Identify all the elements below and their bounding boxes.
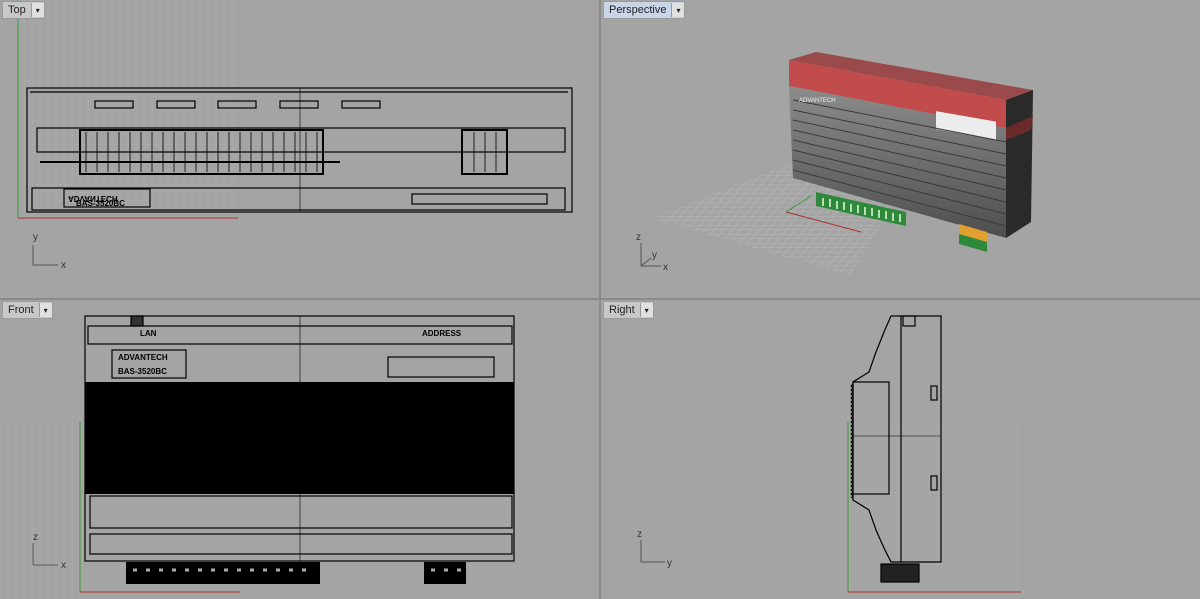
- viewport-tab-top[interactable]: Top ▾: [2, 1, 45, 19]
- lan-label: LAN: [140, 329, 157, 338]
- axis-z-label: z: [637, 529, 642, 540]
- viewport-tab-front[interactable]: Front ▾: [2, 301, 53, 319]
- viewport-tab-perspective[interactable]: Perspective ▾: [603, 1, 686, 19]
- axis-x-label: x: [61, 260, 66, 271]
- axis-x-label: x: [61, 560, 66, 571]
- viewport-label[interactable]: Front: [3, 304, 39, 316]
- brand-on-device: ADVANTECH: [799, 98, 836, 104]
- axis-z-label: z: [33, 532, 38, 543]
- chevron-down-icon[interactable]: ▾: [639, 303, 653, 317]
- viewport-right[interactable]: Right ▾ z y: [601, 300, 1200, 599]
- axis-y-label: y: [652, 250, 657, 261]
- right-view-canvas[interactable]: z y: [601, 300, 1200, 599]
- axis-z-label: z: [636, 232, 641, 243]
- model-label: BAS-3520BC: [118, 367, 167, 376]
- construction-grid: [0, 422, 80, 599]
- axis-gizmo: z y: [637, 529, 672, 569]
- model-mirrored: BAS-3520BC: [76, 199, 125, 208]
- axis-y-label: y: [33, 232, 38, 243]
- address-label: ADDRESS: [422, 329, 462, 338]
- viewport-label[interactable]: Right: [604, 304, 640, 316]
- viewport-perspective[interactable]: Perspective ▾ ADVANTECH z y x: [601, 0, 1200, 298]
- viewport-grid: Top ▾ ADVANTECH BAS-3520BC y x Perspecti…: [0, 0, 1200, 599]
- construction-grid: [18, 0, 238, 218]
- viewport-front[interactable]: Front ▾ LAN ADDRESS ADVANTECH BAS-3520BC: [0, 300, 599, 599]
- axis-y-label: y: [667, 558, 672, 569]
- axis-gizmo: z y x: [636, 232, 668, 273]
- front-view-canvas[interactable]: LAN ADDRESS ADVANTECH BAS-3520BC z x: [0, 300, 599, 599]
- top-view-canvas[interactable]: ADVANTECH BAS-3520BC y x: [0, 0, 599, 298]
- viewport-top[interactable]: Top ▾ ADVANTECH BAS-3520BC y x: [0, 0, 599, 298]
- construction-grid: [678, 422, 1021, 592]
- chevron-down-icon[interactable]: ▾: [30, 3, 44, 17]
- axis-gizmo: y x: [32, 232, 66, 271]
- viewport-tab-right[interactable]: Right ▾: [603, 301, 654, 319]
- perspective-view-canvas[interactable]: ADVANTECH z y x: [601, 0, 1200, 298]
- viewport-label[interactable]: Perspective: [604, 4, 671, 16]
- chevron-down-icon[interactable]: ▾: [38, 303, 52, 317]
- chevron-down-icon[interactable]: ▾: [671, 3, 685, 17]
- heatsink-fins-front: [85, 382, 514, 494]
- terminal-block-front: [126, 562, 466, 584]
- axis-x-label: x: [663, 262, 668, 273]
- viewport-label[interactable]: Top: [3, 4, 31, 16]
- brand-label: ADVANTECH: [118, 353, 168, 362]
